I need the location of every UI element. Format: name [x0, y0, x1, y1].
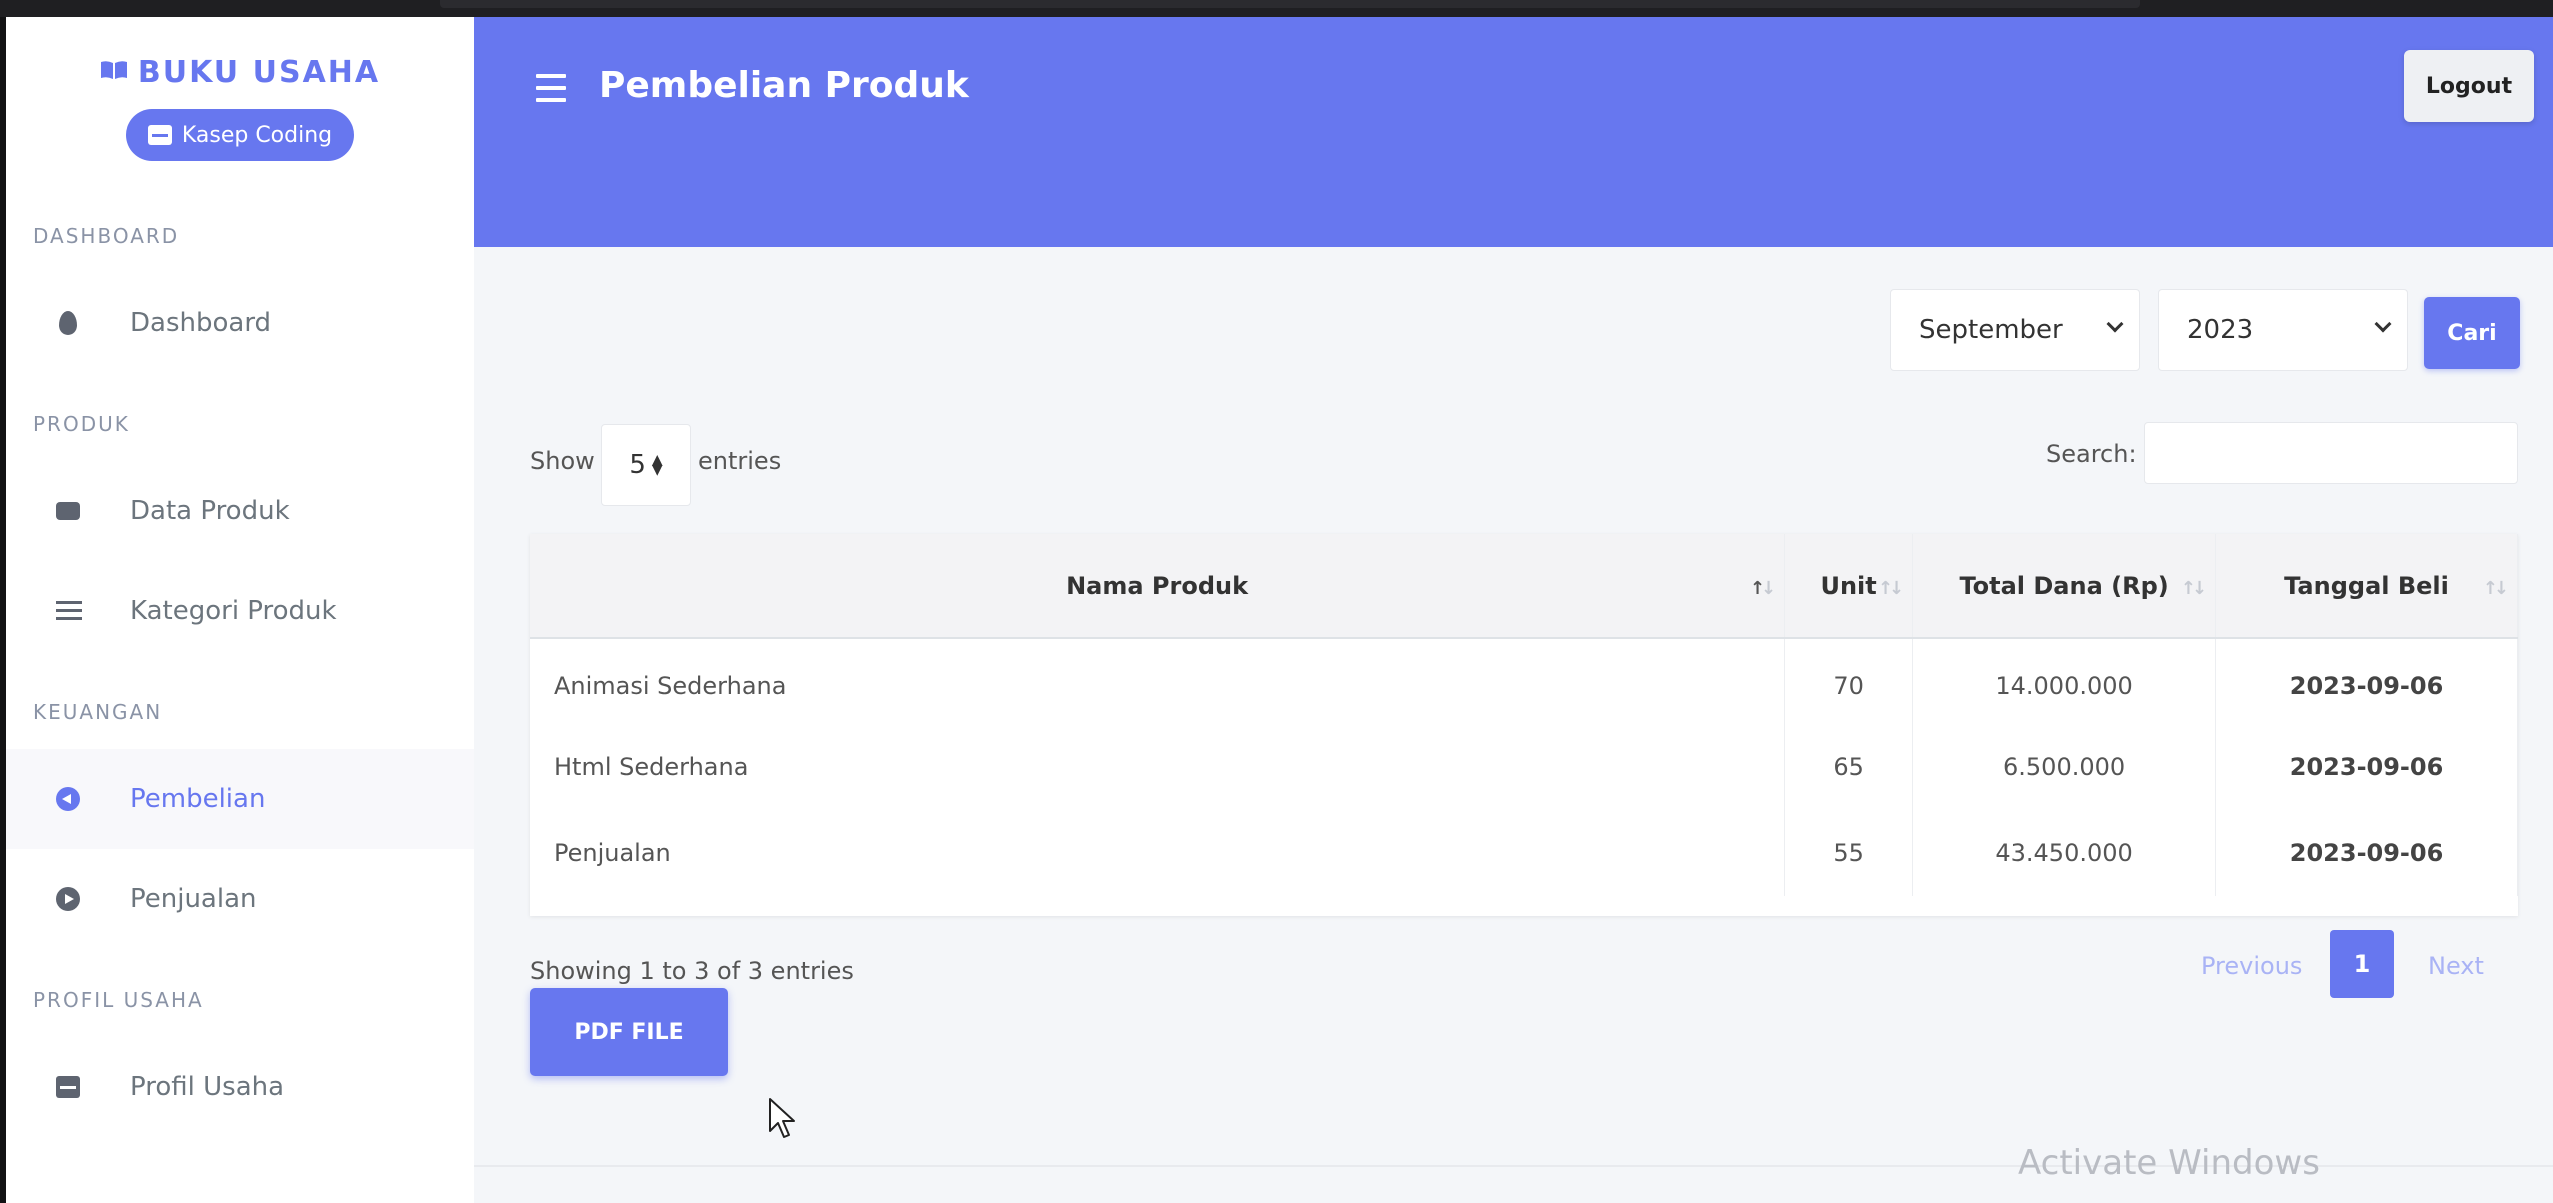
cell-nama-produk: Penjualan: [530, 810, 1786, 896]
sidebar-item-kategori-produk[interactable]: Kategori Produk: [6, 561, 474, 661]
menu-header-profil-usaha: PROFIL USAHA: [33, 988, 204, 1012]
column-header-unit[interactable]: Unit ↑↓: [1784, 534, 1914, 639]
entries-label: entries: [698, 447, 782, 475]
table-info: Showing 1 to 3 of 3 entries: [530, 957, 854, 985]
entries-length-value: 5: [629, 450, 646, 480]
store-name: Kasep Coding: [181, 122, 333, 148]
arrow-circle-right-icon: [56, 887, 80, 911]
activate-windows-watermark: Activate Windows: [2018, 1143, 2320, 1183]
search-filter-button[interactable]: Cari: [2424, 297, 2520, 369]
sort-icon: ↑↓: [1749, 578, 1776, 599]
fire-icon: [59, 311, 77, 335]
sidebar-item-penjualan[interactable]: Penjualan: [6, 849, 474, 949]
sidebar-item-label: Kategori Produk: [130, 596, 337, 626]
show-label: Show: [530, 447, 595, 475]
column-header-label: Nama Produk: [1066, 571, 1249, 600]
cell-nama-produk: Html Sederhana: [530, 724, 1786, 810]
arrow-circle-left-icon: [56, 787, 80, 811]
chevron-down-icon: [2374, 315, 2392, 333]
cell-nama-produk: Animasi Sederhana: [530, 638, 1786, 724]
brand-title[interactable]: BUKU USAHA: [6, 55, 474, 90]
table-header-row: Nama Produk ↑↓ Unit ↑↓ Total Dana (Rp) ↑…: [530, 534, 2518, 639]
menu-header-dashboard: DASHBOARD: [33, 224, 180, 248]
column-header-total-dana[interactable]: Total Dana (Rp) ↑↓: [1912, 534, 2217, 639]
store-icon: [56, 1076, 80, 1098]
store-icon: [147, 125, 172, 145]
box-icon: [56, 502, 80, 520]
sidebar-item-profil-usaha[interactable]: Profil Usaha: [6, 1037, 474, 1137]
table-row: Html Sederhana 65 6.500.000 2023-09-06: [530, 724, 2518, 810]
cell-tanggal-beli: 2023-09-06: [2215, 810, 2518, 896]
chevron-down-icon: [2106, 315, 2124, 333]
sort-icon: ↑↓: [1877, 578, 1904, 599]
sidebar-item-label: Dashboard: [130, 308, 272, 338]
purchase-table: Nama Produk ↑↓ Unit ↑↓ Total Dana (Rp) ↑…: [530, 534, 2518, 916]
cell-tanggal-beli: 2023-09-06: [2215, 638, 2518, 724]
sidebar-item-data-produk[interactable]: Data Produk: [6, 461, 474, 561]
month-select[interactable]: September: [1890, 289, 2140, 371]
column-header-tanggal-beli[interactable]: Tanggal Beli ↑↓: [2215, 534, 2518, 639]
sort-updown-icon: ▲ ▼: [651, 452, 663, 478]
search-label: Search:: [2046, 440, 2137, 468]
sidebar-item-label: Pembelian: [130, 784, 266, 814]
table-row: Penjualan 55 43.450.000 2023-09-06: [530, 810, 2518, 896]
sidebar-item-dashboard[interactable]: Dashboard: [6, 273, 474, 373]
pagination-page-1[interactable]: 1: [2330, 930, 2394, 998]
column-header-label: Unit: [1820, 571, 1877, 600]
sidebar-item-label: Profil Usaha: [130, 1072, 285, 1102]
table-row: Animasi Sederhana 70 14.000.000 2023-09-…: [530, 638, 2518, 724]
cell-total-dana: 14.000.000: [1912, 638, 2217, 724]
menu-header-keuangan: KEUANGAN: [33, 700, 163, 724]
top-window-strip: [0, 0, 2553, 17]
pdf-file-button[interactable]: PDF FILE: [530, 988, 728, 1076]
mouse-cursor-icon: [769, 1098, 795, 1138]
search-input[interactable]: [2144, 422, 2518, 484]
store-badge[interactable]: Kasep Coding: [126, 109, 354, 161]
sort-icon: ↑↓: [2482, 578, 2509, 599]
list-icon: [56, 601, 82, 621]
sidebar-item-label: Data Produk: [130, 496, 290, 526]
logout-button[interactable]: Logout: [2404, 50, 2534, 122]
book-icon: [100, 61, 127, 79]
brand-title-text: BUKU USAHA: [137, 55, 381, 90]
column-header-nama-produk[interactable]: Nama Produk ↑↓: [530, 534, 1786, 639]
page-title: Pembelian Produk: [599, 65, 969, 106]
hamburger-menu-icon[interactable]: [536, 74, 566, 102]
sort-icon: ↑↓: [2180, 578, 2207, 599]
cell-unit: 65: [1784, 724, 1914, 810]
app-window: BUKU USAHA Kasep Coding DASHBOARD Dashbo…: [6, 17, 2553, 1203]
sidebar-item-label: Penjualan: [130, 884, 257, 914]
header-bar: Pembelian Produk Logout: [474, 17, 2553, 247]
entries-length-select[interactable]: 5 ▲ ▼: [601, 424, 691, 506]
month-select-value: September: [1919, 315, 2063, 345]
year-select[interactable]: 2023: [2158, 289, 2408, 371]
cell-total-dana: 6.500.000: [1912, 724, 2217, 810]
cell-tanggal-beli: 2023-09-06: [2215, 724, 2518, 810]
pagination-next[interactable]: Next: [2428, 952, 2484, 980]
sidebar-item-pembelian[interactable]: Pembelian: [6, 749, 474, 849]
year-select-value: 2023: [2187, 315, 2254, 345]
column-header-label: Total Dana (Rp): [1959, 571, 2169, 600]
cell-total-dana: 43.450.000: [1912, 810, 2217, 896]
column-header-label: Tanggal Beli: [2284, 571, 2449, 600]
pagination-previous[interactable]: Previous: [2201, 952, 2302, 980]
cell-unit: 55: [1784, 810, 1914, 896]
sidebar: BUKU USAHA Kasep Coding DASHBOARD Dashbo…: [6, 17, 474, 1203]
cell-unit: 70: [1784, 638, 1914, 724]
menu-header-produk: PRODUK: [33, 412, 130, 436]
